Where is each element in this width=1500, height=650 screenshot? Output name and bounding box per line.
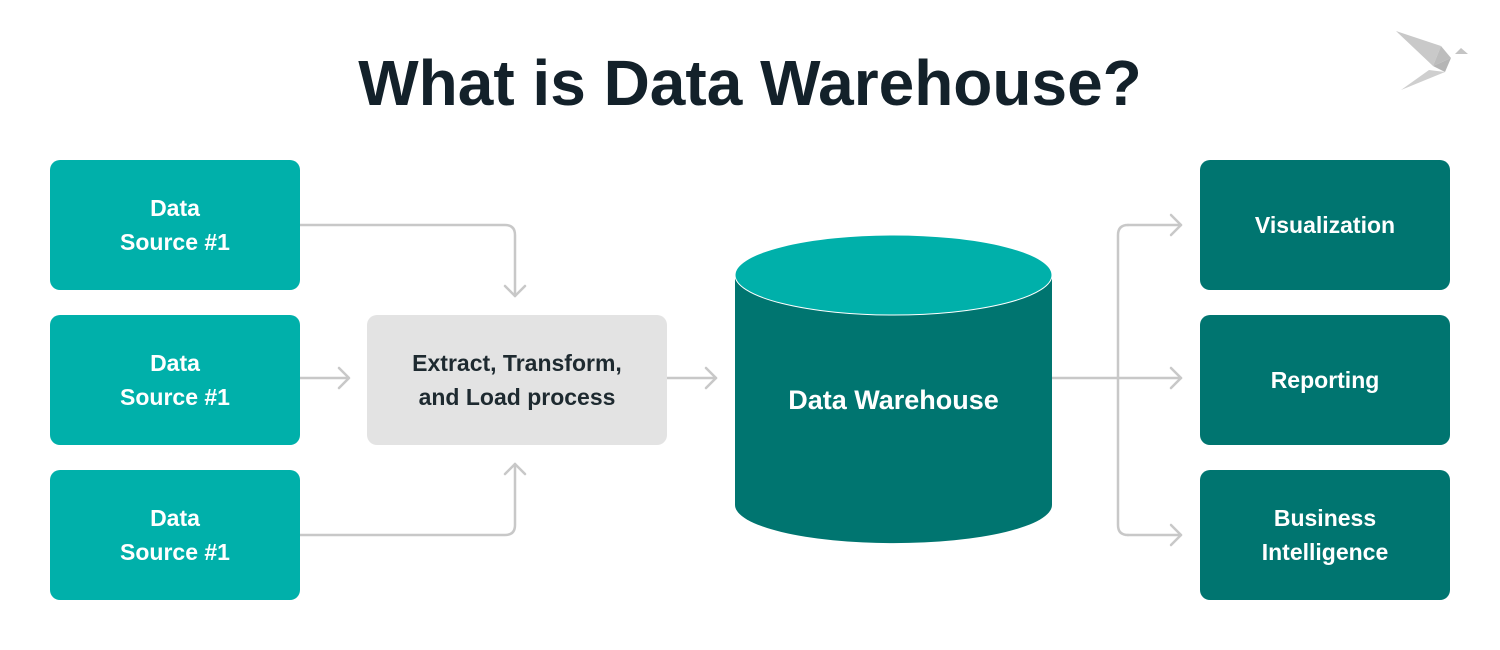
source-label-line2: Source #1	[120, 229, 230, 255]
output-label-line1: Business	[1273, 505, 1377, 531]
source-label-line1: Data	[150, 505, 200, 531]
output-visualization-box: Visualization	[1200, 160, 1450, 290]
etl-process-box: Extract, Transform, and Load process	[367, 315, 667, 445]
etl-label-line2: and Load process	[418, 384, 616, 410]
data-warehouse-label: Data Warehouse	[788, 385, 999, 415]
connector-source3-etl	[298, 462, 517, 537]
source-label-line1: Data	[150, 350, 200, 376]
data-source-box: Data Source #1	[50, 315, 300, 445]
output-label: Reporting	[1270, 367, 1380, 393]
data-source-box: Data Source #1	[50, 160, 300, 290]
output-label: Visualization	[1254, 212, 1396, 238]
etl-label-line1: Extract, Transform,	[412, 350, 622, 376]
source-label-line1: Data	[150, 195, 200, 221]
source-label-line2: Source #1	[120, 384, 230, 410]
connector-source1-etl	[298, 223, 517, 298]
output-business-intelligence-box: Business Intelligence	[1200, 470, 1450, 600]
connector-branch	[1116, 223, 1130, 537]
output-label-line2: Intelligence	[1261, 539, 1389, 565]
data-source-box: Data Source #1	[50, 470, 300, 600]
output-reporting-box: Reporting	[1200, 315, 1450, 445]
source-label-line2: Source #1	[120, 539, 230, 565]
